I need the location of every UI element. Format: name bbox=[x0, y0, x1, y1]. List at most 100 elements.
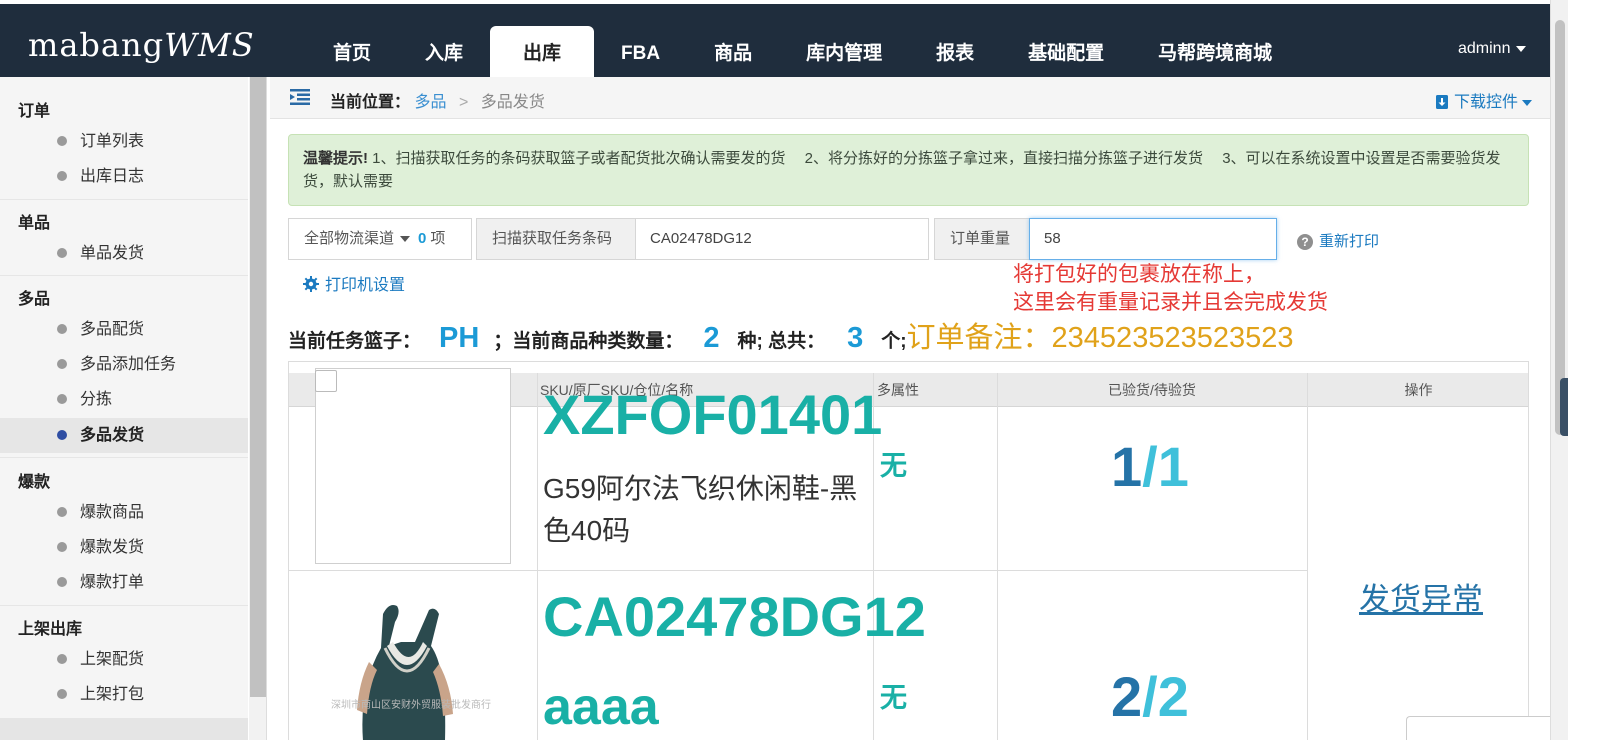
bullet-icon bbox=[57, 507, 67, 517]
annotation-line-1: 将打包好的包裹放在称上， bbox=[1013, 262, 1265, 286]
col-divider bbox=[537, 373, 538, 740]
sidebar-group-multi: 多品 bbox=[18, 291, 51, 308]
checked-count: 1 bbox=[1111, 435, 1143, 498]
kind-count: 2 bbox=[703, 322, 720, 354]
sidebar-item-label: 多品添加任务 bbox=[80, 356, 177, 373]
top-navbar: mabangWMS 首页 入库 出库 FBA 商品 库内管理 报表 基础配置 马… bbox=[0, 4, 1550, 77]
select-all-checkbox[interactable] bbox=[315, 370, 337, 392]
sidebar-item-label: 出库日志 bbox=[80, 168, 145, 185]
nav-warehouse[interactable]: 库内管理 bbox=[779, 26, 909, 77]
bullet-icon bbox=[57, 542, 67, 552]
sidebar-item-label: 分拣 bbox=[80, 391, 113, 408]
page-scrollbar-thumb[interactable] bbox=[1555, 20, 1565, 435]
annotation-line-2: 这里会有重量记录并且会完成发货 bbox=[1013, 290, 1328, 314]
divider bbox=[0, 275, 248, 276]
printer-settings-button[interactable]: 打印机设置 bbox=[303, 271, 405, 295]
menu-toggle-icon[interactable] bbox=[290, 89, 310, 105]
divider bbox=[0, 457, 248, 458]
nav-mall[interactable]: 马帮跨境商城 bbox=[1131, 26, 1299, 77]
sidebar-item-multi-pick[interactable]: 多品配货 bbox=[0, 312, 248, 347]
row-1-product-name: G59阿尔法飞织休闲鞋-黑色40码 bbox=[543, 473, 858, 546]
nav-inbound[interactable]: 入库 bbox=[398, 26, 490, 77]
nav-home[interactable]: 首页 bbox=[306, 26, 398, 77]
side-float-tab[interactable] bbox=[1560, 378, 1568, 436]
row-2-attr: 无 bbox=[880, 683, 907, 713]
tip-title: 温馨提示! bbox=[303, 150, 368, 167]
sidebar-item-multi-add-task[interactable]: 多品添加任务 bbox=[0, 347, 248, 382]
nav-reports[interactable]: 报表 bbox=[909, 26, 1001, 77]
sidebar-item-label: 爆款打单 bbox=[80, 574, 145, 591]
sidebar-item-outbound-log[interactable]: 出库日志 bbox=[0, 159, 248, 194]
bullet-icon bbox=[57, 654, 67, 664]
breadcrumb-separator: > bbox=[458, 94, 469, 111]
bullet-icon bbox=[57, 324, 67, 334]
sidebar-item-hot-ship[interactable]: 爆款发货 bbox=[0, 530, 248, 565]
floating-widget[interactable] bbox=[1406, 716, 1550, 740]
image-watermark: 深圳市南山区安财外贸服装批发商行 bbox=[331, 700, 491, 711]
sidebar-scrollbar-thumb[interactable] bbox=[250, 77, 266, 697]
breadcrumb: 当前位置： 多品 > 多品发货 bbox=[330, 88, 545, 112]
sidebar-item-single-ship[interactable]: 单品发货 bbox=[0, 236, 248, 271]
product-image-placeholder bbox=[315, 368, 511, 564]
goods-table: 图片 SKU/原厂SKU/仓位/名称 多属性 已验货/待验货 操作 XZFOF0… bbox=[288, 361, 1529, 740]
kind-unit: 种; 总共： bbox=[737, 331, 826, 352]
col-divider bbox=[997, 373, 998, 740]
nav-outbound[interactable]: 出库 bbox=[490, 26, 595, 77]
nav-config[interactable]: 基础配置 bbox=[1001, 26, 1131, 77]
sidebar-group-order: 订单 bbox=[18, 103, 51, 120]
shipping-exception-link[interactable]: 发货异常 bbox=[1359, 574, 1483, 619]
scan-barcode-input[interactable]: CA02478DG12 bbox=[635, 218, 929, 260]
pending-count: /1 bbox=[1142, 435, 1189, 498]
breadcrumb-link-multi[interactable]: 多品 bbox=[414, 94, 446, 111]
sidebar-item-label: 订单列表 bbox=[80, 133, 145, 150]
basket-label: 当前任务篮子： bbox=[288, 331, 422, 352]
download-icon bbox=[1436, 95, 1448, 109]
sidebar-item-hot-products[interactable]: 爆款商品 bbox=[0, 495, 248, 530]
sidebar-item-label: 上架打包 bbox=[80, 686, 145, 703]
bullet-icon bbox=[57, 430, 67, 440]
nav-fba[interactable]: FBA bbox=[594, 26, 687, 77]
task-summary: 当前任务篮子： PH ；当前商品种类数量： 2 种; 总共： 3 个; 订单备注… bbox=[288, 314, 1293, 362]
breadcrumb-current: 多品发货 bbox=[480, 94, 545, 111]
reprint-button[interactable]: ? 重新打印 bbox=[1297, 230, 1379, 251]
col-divider bbox=[1307, 373, 1308, 740]
sidebar-item-order-list[interactable]: 订单列表 bbox=[0, 124, 248, 159]
row-1-check-count: 1/1 bbox=[1111, 434, 1189, 499]
total-unit: 个; bbox=[881, 331, 907, 352]
sidebar-item-shelf-pick[interactable]: 上架配货 bbox=[0, 642, 248, 677]
order-note: 订单备注：234523523523523 bbox=[906, 322, 1294, 354]
row-2-product-name: aaaa bbox=[543, 678, 659, 736]
sidebar-item-sorting[interactable]: 分拣 bbox=[0, 382, 248, 417]
sidebar-item-shelf-pack[interactable]: 上架打包 bbox=[0, 677, 248, 712]
printer-settings-label: 打印机设置 bbox=[325, 277, 406, 294]
sidebar-item-hot-print[interactable]: 爆款打单 bbox=[0, 565, 248, 600]
col-attr: 多属性 bbox=[877, 382, 919, 398]
bullet-icon bbox=[57, 577, 67, 587]
logistics-channel-select[interactable]: 全部物流渠道 0 项 bbox=[288, 218, 472, 260]
divider bbox=[0, 605, 248, 606]
divider bbox=[0, 199, 248, 200]
row-divider bbox=[289, 570, 1307, 571]
sidebar-scrollbar[interactable] bbox=[249, 77, 267, 740]
logo[interactable]: mabangWMS bbox=[28, 26, 255, 64]
sidebar-group-single: 单品 bbox=[18, 215, 51, 232]
order-weight-input[interactable]: 58 bbox=[1029, 218, 1277, 260]
channel-label: 全部物流渠道 bbox=[304, 230, 395, 247]
user-menu[interactable]: adminn bbox=[1458, 40, 1527, 58]
row-2-sku: CA02478DG12 bbox=[543, 585, 926, 648]
weight-annotation: 将打包好的包裹放在称上， 这里会有重量记录并且会完成发货 bbox=[1013, 260, 1328, 316]
caret-down-icon bbox=[400, 236, 411, 243]
nav-products[interactable]: 商品 bbox=[687, 26, 779, 77]
sidebar-item-multi-ship[interactable]: 多品发货 bbox=[0, 418, 248, 453]
sidebar-footer bbox=[0, 718, 248, 740]
logo-text: mabang bbox=[28, 26, 165, 64]
download-plugin-button[interactable]: 下载控件 bbox=[1436, 88, 1533, 112]
order-weight-label: 订单重量 bbox=[934, 218, 1030, 260]
product-photo bbox=[357, 605, 453, 740]
basket-value: PH bbox=[439, 322, 480, 354]
row-2-check-count: 2/2 bbox=[1111, 664, 1189, 729]
kind-label: ；当前商品种类数量： bbox=[493, 331, 684, 352]
caret-down-icon bbox=[1516, 45, 1527, 52]
scan-barcode-label: 扫描获取任务条码 bbox=[476, 218, 636, 260]
page-scrollbar[interactable] bbox=[1550, 0, 1568, 740]
